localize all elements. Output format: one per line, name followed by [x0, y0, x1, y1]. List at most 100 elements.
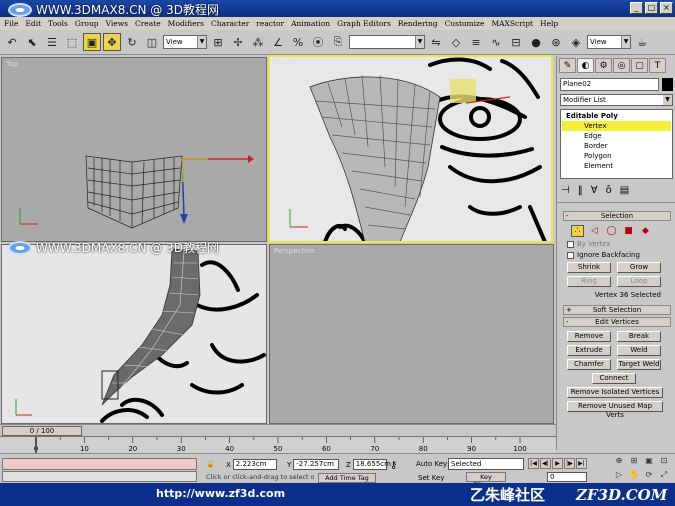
grow-button[interactable]: Grow	[617, 262, 661, 273]
menu-create[interactable]: Create	[135, 19, 161, 28]
play-icon[interactable]: ▶	[552, 458, 563, 469]
by-vertex-checkbox[interactable]: By Vertex	[567, 240, 675, 248]
remove-modifier-icon[interactable]: ô	[606, 185, 612, 196]
connect-button[interactable]: Connect	[592, 373, 636, 384]
break-button[interactable]: Break	[617, 331, 661, 342]
arc-rotate-icon[interactable]: ⟳	[642, 469, 656, 482]
key-filters-button[interactable]: Key Filters...	[466, 472, 506, 489]
utilities-tab-icon[interactable]: T	[649, 58, 666, 73]
pivot-icon[interactable]: ⊞	[209, 33, 227, 51]
pin-stack-icon[interactable]: ⊣	[561, 185, 570, 196]
select-by-name-icon[interactable]: ☰	[43, 33, 61, 51]
angle-snap-icon[interactable]: ∠	[269, 33, 287, 51]
render-scene-icon[interactable]: ⊛	[547, 33, 565, 51]
select-object-icon[interactable]: ⬉	[23, 33, 41, 51]
menu-tools[interactable]: Tools	[48, 19, 68, 28]
minimize-icon[interactable]: _	[630, 2, 643, 14]
set-key-button[interactable]: Set Key	[418, 474, 444, 482]
select-scale-icon[interactable]: ◫	[143, 33, 161, 51]
menu-group[interactable]: Group	[75, 19, 99, 28]
current-frame-field[interactable]: 0	[547, 472, 587, 482]
stack-element[interactable]: Element	[562, 161, 671, 171]
viewport-top[interactable]: Top	[1, 57, 267, 242]
add-time-tag-button[interactable]: Add Time Tag	[318, 473, 376, 483]
render-view-select[interactable]: View ▼	[587, 35, 631, 49]
material-editor-icon[interactable]: ●	[527, 33, 545, 51]
object-color-swatch[interactable]	[662, 78, 673, 91]
chamfer-button[interactable]: Chamfer	[567, 359, 611, 370]
ring-button[interactable]: Ring	[567, 276, 611, 287]
go-to-end-icon[interactable]: ▶|	[576, 458, 587, 469]
menu-help[interactable]: Help	[540, 19, 558, 28]
rect-region-icon[interactable]: ⬚	[63, 33, 81, 51]
viewport-left[interactable]: Left	[1, 244, 267, 424]
maximize-viewport-icon[interactable]: ⤢	[657, 469, 671, 482]
time-slider[interactable]: 0 / 100	[2, 426, 82, 436]
menu-animation[interactable]: Animation	[291, 19, 330, 28]
edge-mode-icon[interactable]: ◁	[588, 225, 601, 237]
fov-icon[interactable]: ▷	[612, 469, 626, 482]
percent-snap-icon[interactable]: %	[289, 33, 307, 51]
maxscript-mini[interactable]	[2, 471, 197, 482]
menu-character[interactable]: Character	[211, 19, 249, 28]
window-crossing-icon[interactable]: ▣	[83, 33, 101, 51]
menu-graph-editors[interactable]: Graph Editors	[337, 19, 391, 28]
track-bar[interactable]: 0102030405060708090100	[0, 436, 556, 453]
selection-rollout[interactable]: - Selection	[563, 211, 671, 221]
track-current-marker[interactable]	[35, 437, 37, 453]
lock-icon[interactable]: 🔒	[206, 460, 215, 468]
configure-sets-icon[interactable]: ▤	[620, 185, 629, 196]
snap-icon[interactable]: ⁂	[249, 33, 267, 51]
object-name-field[interactable]: Plane02	[560, 78, 659, 91]
maxscript-listener[interactable]	[2, 458, 197, 470]
spinner-snap-icon[interactable]: ⦿	[309, 33, 327, 51]
menu-customize[interactable]: Customize	[445, 19, 485, 28]
element-mode-icon[interactable]: ◆	[639, 225, 652, 237]
next-frame-icon[interactable]: |▶	[564, 458, 575, 469]
stack-editable-poly[interactable]: Editable Poly	[562, 111, 671, 121]
zoom-extents-all-icon[interactable]: ⊡	[657, 455, 671, 468]
soft-selection-rollout[interactable]: + Soft Selection	[563, 305, 671, 315]
remove-isolated-vertices-button[interactable]: Remove Isolated Vertices	[567, 387, 663, 398]
schematic-icon[interactable]: ⊟	[507, 33, 525, 51]
extrude-button[interactable]: Extrude	[567, 345, 611, 356]
weld-button[interactable]: Weld	[617, 345, 661, 356]
previous-frame-icon[interactable]: ◀|	[540, 458, 551, 469]
shrink-button[interactable]: Shrink	[567, 262, 611, 273]
select-rotate-icon[interactable]: ↻	[123, 33, 141, 51]
coord-z-field[interactable]: 18.655cm	[352, 459, 391, 470]
menu-modifiers[interactable]: Modifiers	[168, 19, 204, 28]
reference-coord-select[interactable]: View ▼	[163, 35, 207, 49]
manipulate-icon[interactable]: ✢	[229, 33, 247, 51]
mirror-icon[interactable]: ⇋	[427, 33, 445, 51]
modifier-list-dropdown[interactable]: Modifier List ▼	[560, 94, 673, 106]
ignore-backfacing-checkbox[interactable]: Ignore Backfacing	[567, 251, 675, 259]
motion-tab-icon[interactable]: ◎	[613, 58, 630, 73]
layer-icon[interactable]: ≡	[467, 33, 485, 51]
coord-x-field[interactable]: 2.223cm	[232, 459, 277, 470]
menu-views[interactable]: Views	[106, 19, 128, 28]
modify-tab-icon[interactable]: ◐	[577, 58, 594, 73]
maximize-icon[interactable]: □	[645, 2, 658, 14]
menu-file[interactable]: File	[4, 19, 18, 28]
target-weld-button[interactable]: Target Weld	[617, 359, 661, 370]
key-icon[interactable]: ⚷	[390, 460, 397, 471]
align-icon[interactable]: ◇	[447, 33, 465, 51]
display-tab-icon[interactable]: ▢	[631, 58, 648, 73]
create-tab-icon[interactable]: ✎	[559, 58, 576, 73]
named-selection-set-select[interactable]: ▼	[349, 35, 425, 49]
menu-edit[interactable]: Edit	[25, 19, 41, 28]
select-move-icon[interactable]: ✥	[103, 33, 121, 51]
stack-edge[interactable]: Edge	[562, 131, 671, 141]
make-unique-icon[interactable]: ∀	[591, 185, 598, 196]
stack-border[interactable]: Border	[562, 141, 671, 151]
curve-editor-icon[interactable]: ∿	[487, 33, 505, 51]
zoom-extents-icon[interactable]: ▣	[642, 455, 656, 468]
hierarchy-tab-icon[interactable]: ⚙	[595, 58, 612, 73]
edit-vertices-rollout[interactable]: - Edit Vertices	[563, 317, 671, 327]
close-icon[interactable]: ×	[660, 2, 673, 14]
stack-polygon[interactable]: Polygon	[562, 151, 671, 161]
stack-vertex[interactable]: Vertex	[562, 121, 671, 131]
menu-reactor[interactable]: reactor	[256, 19, 284, 28]
menu-maxscript[interactable]: MAXScript	[491, 19, 533, 28]
